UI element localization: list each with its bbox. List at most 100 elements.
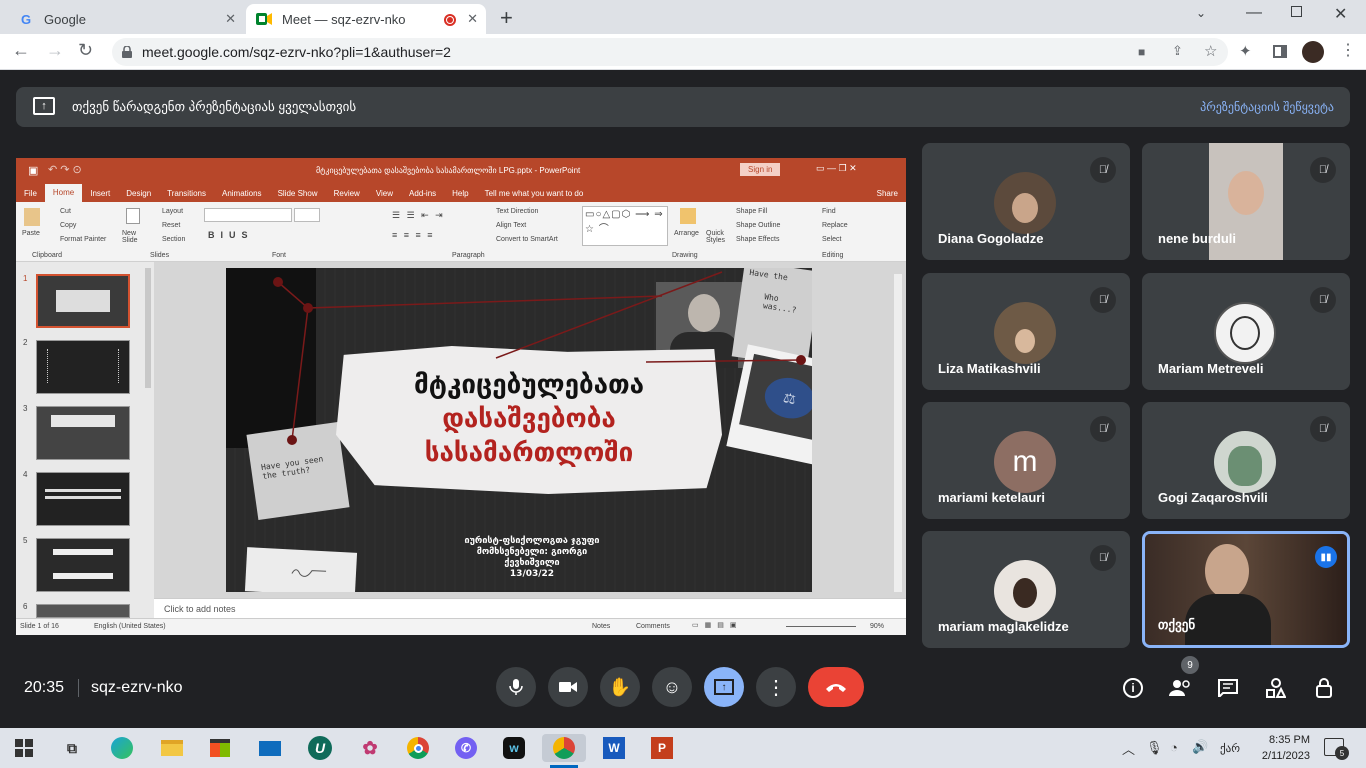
menu-help[interactable]: Help: [444, 189, 476, 198]
slide-thumbnail-5[interactable]: [36, 538, 130, 592]
participant-tile[interactable]: 🎙̸ Mariam Metreveli: [1142, 273, 1350, 390]
u-app-icon[interactable]: U: [306, 734, 334, 762]
paint-app-icon[interactable]: ✿: [356, 734, 384, 762]
tell-me-search[interactable]: Tell me what you want to do: [477, 189, 592, 198]
font-name-field[interactable]: [204, 208, 292, 222]
layout-button[interactable]: Layout: [162, 208, 183, 215]
undo-icon[interactable]: ↶ ↷ ⊙: [48, 163, 82, 176]
system-clock[interactable]: 8:35 PM 2/11/2023: [1248, 732, 1310, 764]
cut-button[interactable]: Cut: [60, 208, 71, 215]
bookmark-star-icon[interactable]: ☆: [1204, 42, 1217, 60]
reset-button[interactable]: Reset: [162, 222, 180, 229]
paste-button[interactable]: Paste: [22, 230, 40, 237]
format-painter-button[interactable]: Format Painter: [60, 236, 106, 243]
restore-icon[interactable]: [1291, 6, 1302, 17]
notes-pane[interactable]: Click to add notes: [154, 598, 906, 618]
address-bar[interactable]: meet.google.com/sqz-ezrv-nko?pli=1&authu…: [112, 38, 1228, 66]
menu-slideshow[interactable]: Slide Show: [270, 189, 326, 198]
view-buttons[interactable]: ▭▦▤▣: [692, 621, 742, 629]
shape-outline-button[interactable]: Shape Outline: [736, 222, 780, 229]
section-button[interactable]: Section: [162, 236, 185, 243]
menu-home[interactable]: Home: [44, 184, 83, 202]
side-panel-icon[interactable]: [1273, 45, 1287, 58]
chat-button[interactable]: [1213, 673, 1243, 703]
edge-icon[interactable]: [108, 734, 136, 762]
tab-meet[interactable]: Meet — sqz-ezrv-nko ✕: [246, 4, 486, 34]
shape-fill-button[interactable]: Shape Fill: [736, 208, 767, 215]
people-button[interactable]: 9: [1165, 656, 1199, 703]
list-buttons[interactable]: ☰ ☰ ⇤ ⇥: [392, 210, 445, 221]
participant-tile[interactable]: 🎙̸ Liza Matikashvili: [922, 273, 1130, 390]
slide-thumbnail-6[interactable]: [36, 604, 130, 618]
slide-thumbnail-1[interactable]: [36, 274, 130, 328]
menu-view[interactable]: View: [368, 189, 401, 198]
powerpoint-icon[interactable]: P: [648, 734, 676, 762]
notes-toggle[interactable]: Notes: [592, 623, 610, 630]
close-tab-icon[interactable]: ✕: [467, 11, 478, 27]
sign-in-button[interactable]: Sign in: [740, 163, 781, 176]
canvas-scrollbar[interactable]: [894, 274, 902, 592]
save-icon[interactable]: ▣: [28, 164, 38, 177]
host-controls-button[interactable]: [1309, 673, 1339, 703]
share-button[interactable]: Share: [869, 189, 906, 198]
leave-call-button[interactable]: [808, 667, 864, 707]
store-icon[interactable]: [206, 734, 234, 762]
menu-addins[interactable]: Add-ins: [401, 189, 444, 198]
extensions-icon[interactable]: ✦: [1239, 42, 1252, 60]
shapes-gallery[interactable]: ▭○△▢⬡ ⟶ ⇒ ☆ ⌒: [582, 206, 668, 246]
align-text-button[interactable]: Align Text: [496, 222, 526, 229]
present-now-button[interactable]: ↑: [704, 667, 744, 707]
arrange-button[interactable]: Arrange: [674, 230, 699, 237]
align-buttons[interactable]: ≡ ≡ ≡ ≡: [392, 230, 435, 240]
tab-search-icon[interactable]: ⌄: [1196, 6, 1206, 20]
find-button[interactable]: Find: [822, 208, 836, 215]
new-tab-button[interactable]: +: [500, 5, 513, 31]
current-slide[interactable]: Have the Who was...? ⚖ Have you seen the…: [226, 268, 812, 592]
webex-icon[interactable]: w: [500, 734, 528, 762]
menu-transitions[interactable]: Transitions: [159, 189, 214, 198]
select-button[interactable]: Select: [822, 236, 841, 243]
participant-tile[interactable]: m 🎙̸ mariami ketelauri: [922, 402, 1130, 519]
share-icon[interactable]: ⇪: [1172, 43, 1183, 59]
stop-presenting-button[interactable]: პრეზენტაციის შეწყვეტა: [1200, 100, 1334, 114]
back-icon[interactable]: ←: [12, 40, 30, 61]
notifications-icon[interactable]: 5: [1324, 738, 1349, 760]
new-slide-button[interactable]: New Slide: [122, 230, 146, 244]
reactions-button[interactable]: ☺: [652, 667, 692, 707]
camera-blocked-icon[interactable]: ■: [1138, 45, 1145, 59]
word-icon[interactable]: W: [600, 734, 628, 762]
input-language[interactable]: ქარ: [1220, 742, 1240, 755]
tab-google[interactable]: G Google ✕: [8, 4, 244, 34]
thumbnail-scrollbar[interactable]: [145, 268, 151, 388]
participant-tile[interactable]: 🎙̸ Diana Gogoladze: [922, 143, 1130, 260]
quick-styles-button[interactable]: Quick Styles: [706, 230, 730, 244]
font-style-buttons[interactable]: BIUS: [208, 230, 254, 240]
replace-button[interactable]: Replace: [822, 222, 848, 229]
tray-chevron-icon[interactable]: ︿: [1122, 739, 1135, 758]
menu-review[interactable]: Review: [326, 189, 368, 198]
ppt-window-controls[interactable]: ▭ — ❐ ✕: [816, 163, 857, 174]
volume-icon[interactable]: 🔊: [1192, 739, 1208, 755]
participant-tile[interactable]: 🎙̸ nene burduli: [1142, 143, 1350, 260]
menu-design[interactable]: Design: [118, 189, 159, 198]
language-status[interactable]: English (United States): [94, 623, 166, 630]
camera-button[interactable]: [548, 667, 588, 707]
file-explorer-icon[interactable]: [158, 734, 186, 762]
task-view-icon[interactable]: ⧉: [58, 734, 86, 762]
minimize-icon[interactable]: —: [1246, 4, 1262, 22]
convert-smartart-button[interactable]: Convert to SmartArt: [496, 236, 558, 243]
profile-avatar[interactable]: [1302, 41, 1324, 63]
meeting-details-button[interactable]: i: [1118, 673, 1148, 703]
reload-icon[interactable]: ↻: [78, 40, 93, 61]
raise-hand-button[interactable]: ✋: [600, 667, 640, 707]
font-size-field[interactable]: [294, 208, 320, 222]
comments-toggle[interactable]: Comments: [636, 623, 670, 630]
participant-tile[interactable]: 🎙̸ mariam maglakelidze: [922, 531, 1130, 648]
mail-icon[interactable]: [256, 734, 284, 762]
forward-icon[interactable]: →: [46, 40, 64, 61]
activities-button[interactable]: [1261, 673, 1291, 703]
network-icon[interactable]: ◔: [1170, 740, 1178, 755]
slide-thumbnail-4[interactable]: [36, 472, 130, 526]
chrome-icon[interactable]: [404, 734, 432, 762]
shape-effects-button[interactable]: Shape Effects: [736, 236, 779, 243]
